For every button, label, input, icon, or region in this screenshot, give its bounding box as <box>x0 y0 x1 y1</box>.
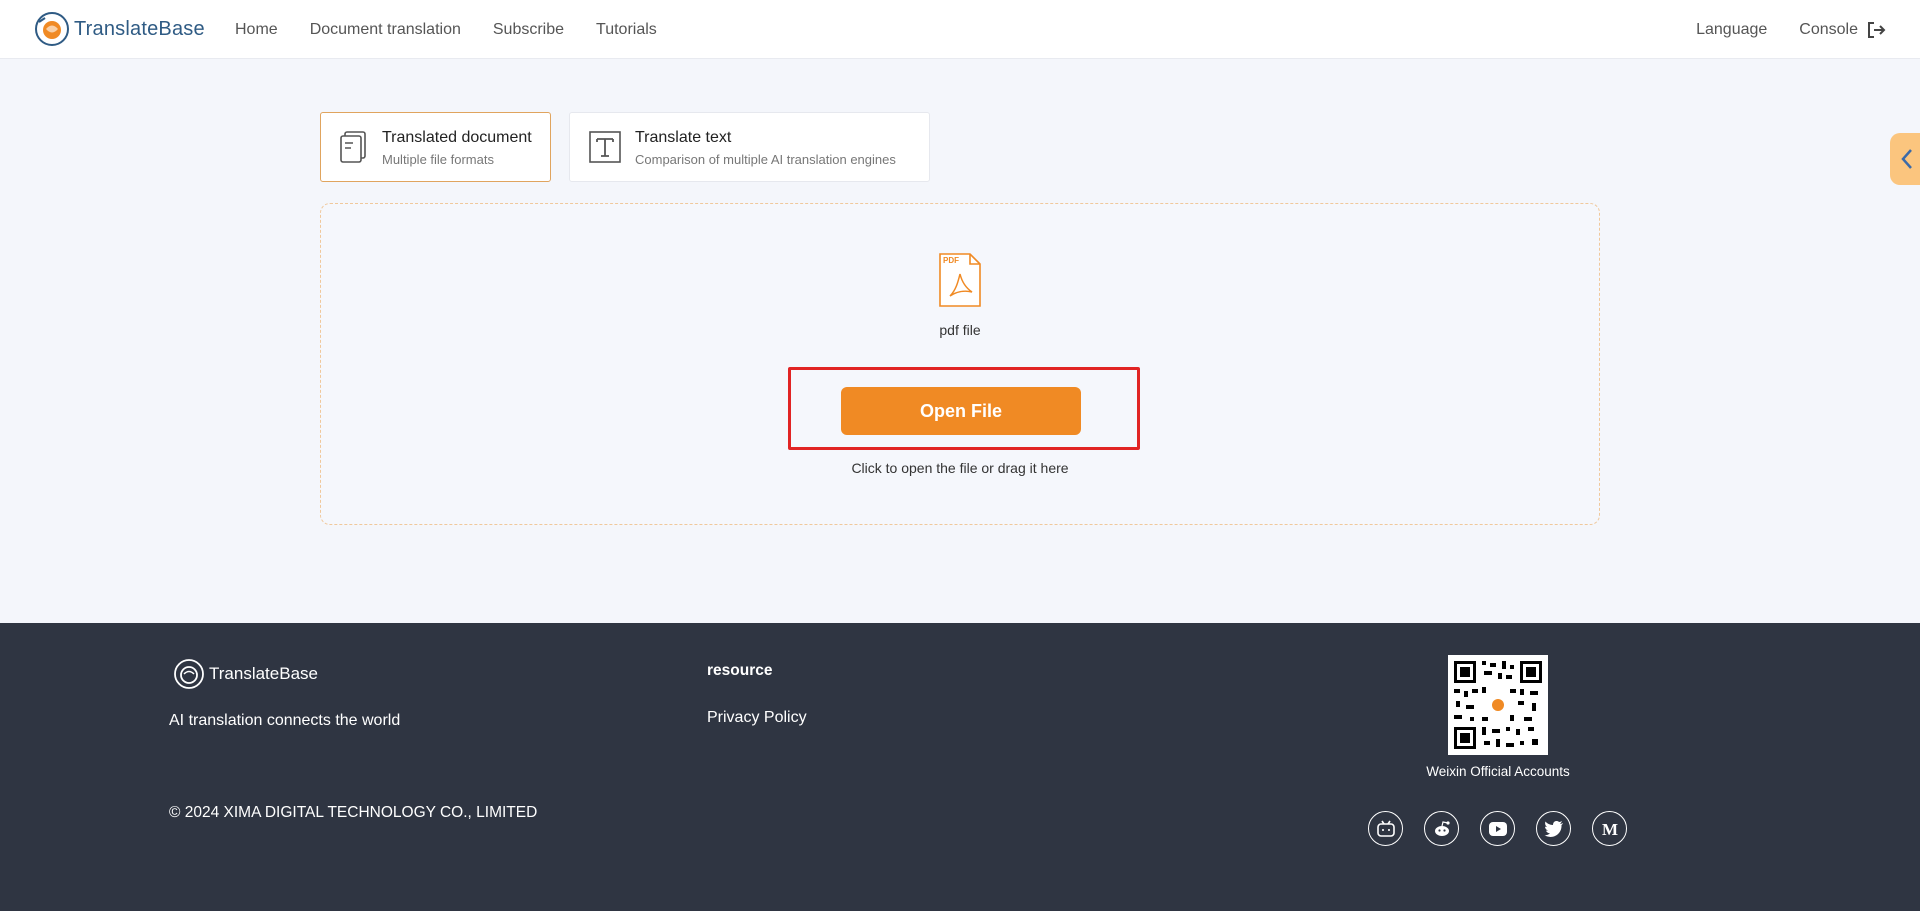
nav-tutorials[interactable]: Tutorials <box>596 21 657 39</box>
resource-heading: resource <box>707 662 773 679</box>
pdf-file-icon: PDF <box>939 253 981 307</box>
medium-icon: M <box>1601 820 1617 838</box>
qr-label: Weixin Official Accounts <box>1426 764 1570 779</box>
footer-brand: TranslateBase <box>209 664 318 683</box>
file-drop-zone[interactable]: PDF pdf file Open File Click to open the… <box>320 203 1600 525</box>
tab-translated-document[interactable]: Translated document Multiple file format… <box>320 112 551 182</box>
chevron-left-icon <box>1901 149 1912 169</box>
reddit-link[interactable] <box>1424 811 1459 846</box>
bilibili-icon <box>1376 820 1395 837</box>
top-navbar: TranslateBase Home Document translation … <box>0 0 1920 59</box>
nav-document-translation[interactable]: Document translation <box>310 21 461 39</box>
brand-name: TranslateBase <box>74 17 205 40</box>
document-icon <box>340 131 366 163</box>
logo-icon <box>35 12 69 46</box>
svg-text:M: M <box>1601 820 1617 838</box>
console-link[interactable]: Console <box>1799 20 1886 40</box>
tab-subtitle: Comparison of multiple AI translation en… <box>635 151 896 167</box>
logout-icon <box>1868 21 1886 38</box>
social-links: M <box>1368 811 1627 846</box>
nav-subscribe[interactable]: Subscribe <box>493 21 564 39</box>
youtube-icon <box>1488 821 1507 836</box>
tab-title: Translate text <box>635 128 732 146</box>
footer-tagline: AI translation connects the world <box>169 712 401 729</box>
logo-icon <box>174 659 204 689</box>
weixin-qr-code <box>1448 655 1548 755</box>
language-selector[interactable]: Language <box>1696 21 1767 39</box>
twitter-icon <box>1544 820 1563 837</box>
brand-logo[interactable]: TranslateBase <box>33 10 205 48</box>
twitter-link[interactable] <box>1536 811 1571 846</box>
tab-translate-text[interactable]: Translate text Comparison of multiple AI… <box>569 112 930 182</box>
side-panel-toggle[interactable] <box>1890 133 1920 185</box>
console-label: Console <box>1799 20 1858 38</box>
tab-subtitle: Multiple file formats <box>382 151 494 167</box>
text-icon <box>589 131 621 163</box>
file-type-label: pdf file <box>939 322 981 338</box>
open-file-button[interactable]: Open File <box>841 387 1081 435</box>
svg-text:PDF: PDF <box>943 256 959 265</box>
youtube-link[interactable] <box>1480 811 1515 846</box>
upload-hint: Click to open the file or drag it here <box>851 460 1069 476</box>
copyright: © 2024 XIMA DIGITAL TECHNOLOGY CO., LIMI… <box>169 804 538 821</box>
main-nav: Home Document translation Subscribe Tuto… <box>235 0 689 59</box>
footer-logo[interactable]: TranslateBase <box>173 658 318 690</box>
bilibili-link[interactable] <box>1368 811 1403 846</box>
medium-link[interactable]: M <box>1592 811 1627 846</box>
privacy-policy-link[interactable]: Privacy Policy <box>707 709 807 727</box>
site-footer: TranslateBase AI translation connects th… <box>0 623 1920 911</box>
nav-home[interactable]: Home <box>235 21 278 39</box>
header-actions: Language Console <box>1696 0 1886 59</box>
reddit-icon <box>1434 820 1450 836</box>
tab-title: Translated document <box>382 128 532 146</box>
